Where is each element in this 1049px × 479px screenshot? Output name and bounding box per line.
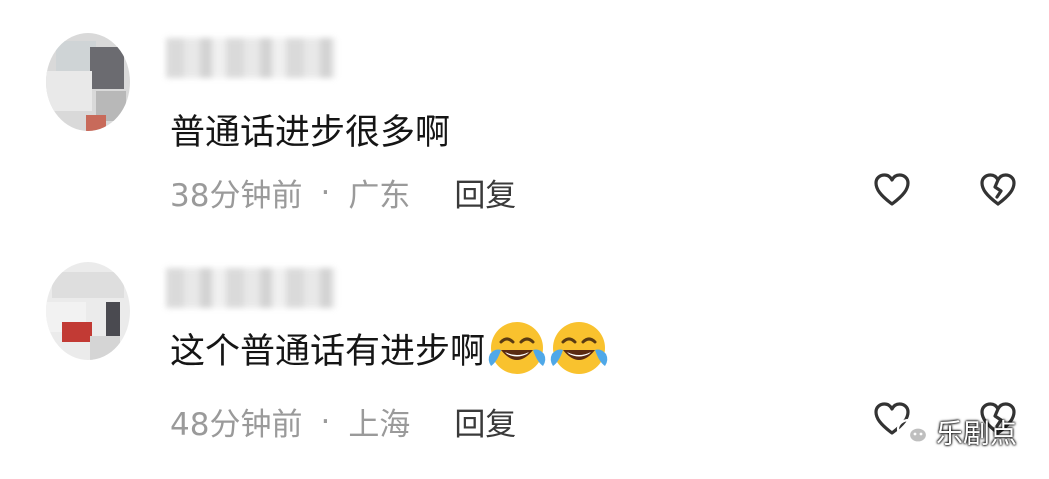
like-heart-icon[interactable] bbox=[872, 170, 912, 210]
comment-time: 48分钟前 bbox=[170, 407, 303, 443]
reply-button[interactable]: 回复 bbox=[454, 170, 516, 215]
comment-location: 上海 bbox=[348, 407, 411, 443]
meta-separator: · bbox=[320, 174, 331, 211]
wechat-icon bbox=[896, 418, 929, 444]
comment-location: 广东 bbox=[348, 178, 411, 214]
username-blurred[interactable] bbox=[166, 38, 336, 78]
comment-text-content: 普通话进步很多啊 bbox=[170, 113, 451, 153]
meta-separator: · bbox=[320, 403, 331, 440]
comment-time: 38分钟前 bbox=[170, 178, 303, 214]
comment-meta: 38分钟前 · 广东 回复 bbox=[170, 170, 516, 215]
comment-text: 这个普通话有进步啊 bbox=[170, 318, 609, 378]
avatar[interactable] bbox=[46, 33, 130, 131]
watermark-text: 乐剧点 bbox=[936, 419, 1017, 450]
comment-text: 普通话进步很多啊 bbox=[170, 104, 450, 155]
avatar[interactable] bbox=[46, 262, 130, 360]
laughing-crying-emoji-icon bbox=[488, 322, 546, 374]
reply-button[interactable]: 回复 bbox=[454, 399, 516, 444]
watermark: 乐剧点 bbox=[896, 412, 1017, 451]
comment-text-content: 这个普通话有进步啊 bbox=[170, 331, 486, 372]
username-blurred[interactable] bbox=[166, 268, 336, 308]
dislike-broken-heart-icon[interactable] bbox=[978, 170, 1018, 210]
comment-meta: 48分钟前 · 上海 回复 bbox=[170, 399, 516, 444]
laughing-crying-emoji-icon bbox=[550, 322, 608, 374]
